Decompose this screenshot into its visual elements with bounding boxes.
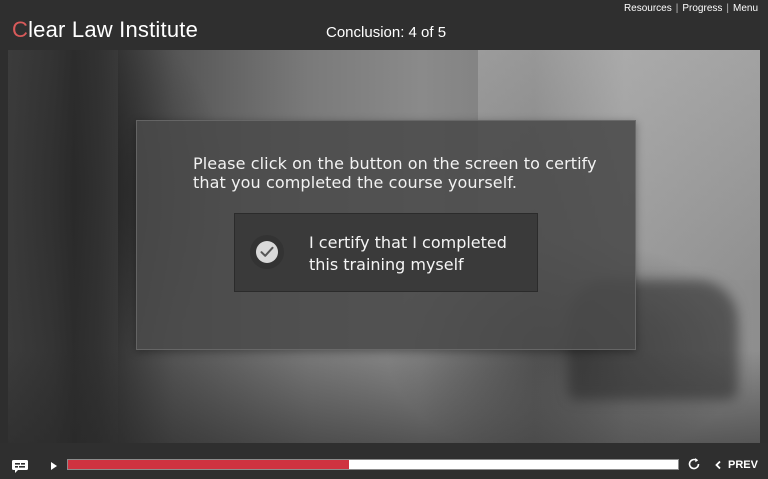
menu-link[interactable]: Menu [733,3,758,14]
brand-accent-letter: C [12,17,29,42]
check-circle-icon [250,235,284,269]
replay-icon[interactable] [687,457,701,471]
instruction-line: that you completed the course yourself. [193,173,518,192]
certify-button-label: I certify that I completed this training… [309,232,507,276]
slide-title: Conclusion: 4 of 5 [326,24,447,41]
certification-dialog: Please click on the button on the screen… [136,120,636,350]
nav-separator: | [726,3,729,14]
header-bar: Clear Law Institute Conclusion: 4 of 5 R… [0,0,768,50]
player-controls: PREV [0,443,768,479]
closed-captions-icon[interactable] [11,459,31,473]
prev-label: PREV [728,459,758,471]
chevron-left-icon [714,460,722,470]
brand-name: lear Law Institute [28,17,199,42]
check-icon [256,241,278,263]
certify-button[interactable]: I certify that I completed this training… [234,213,538,292]
instruction-text: Please click on the button on the screen… [193,154,613,192]
nav-separator: | [675,3,679,14]
slide-stage: Please click on the button on the screen… [8,50,760,443]
progress-link[interactable]: Progress [682,3,722,14]
progress-fill [68,460,349,469]
resources-link[interactable]: Resources [624,3,672,14]
prev-button[interactable]: PREV [714,458,758,472]
instruction-line: Please click on the button on the screen… [193,154,597,173]
top-nav: Resources | Progress | Menu [624,3,758,14]
certify-label-line: I certify that I completed [309,233,507,252]
certify-label-line: this training myself [309,255,464,274]
progress-bar[interactable] [67,459,679,470]
play-icon[interactable] [48,459,60,473]
brand-logo-text: Clear Law Institute [12,17,198,43]
